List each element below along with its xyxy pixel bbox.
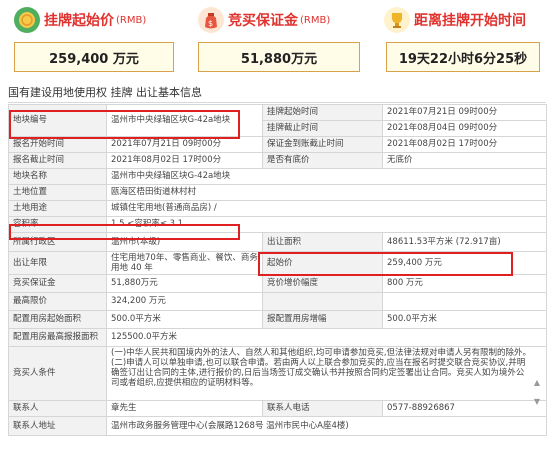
row-label: 配置用房最高报报面积 bbox=[8, 328, 107, 347]
row-label: 地块编号 bbox=[8, 104, 107, 137]
row-label: 挂牌截止时间 bbox=[262, 120, 383, 137]
countdown-card: 距离挂牌开始时间 19天22小时6分25秒 bbox=[384, 6, 544, 76]
row-value: 温州市中央绿轴区块G-42a地块 bbox=[106, 104, 263, 137]
table-row: 联系人 章先生 联系人电话 0577-88926867 bbox=[8, 400, 547, 417]
table-row: 配置用房最高报报面积 125500.0平方米 bbox=[8, 328, 547, 347]
row-value: 无底价 bbox=[382, 152, 547, 169]
row-value: 2021年07月21日 09时00分 bbox=[106, 136, 263, 153]
start-price-title: 挂牌起始价 bbox=[44, 13, 114, 29]
row-label: 土地位置 bbox=[8, 184, 107, 201]
row-value: 1.5 <容积率≤ 3.1 bbox=[106, 216, 547, 233]
row-label: 联系人 bbox=[8, 400, 107, 417]
start-price-card: 挂牌起始价 (RMB) 259,400 万元 bbox=[14, 6, 184, 76]
row-value: 温州市(本级) bbox=[106, 232, 263, 252]
row-label: 是否有底价 bbox=[262, 152, 383, 169]
row-label: 保证金到账截止时间 bbox=[262, 136, 383, 153]
row-label bbox=[262, 292, 383, 311]
row-value: 500.0平方米 bbox=[382, 310, 547, 329]
row-label: 配置用房起始面积 bbox=[8, 310, 107, 329]
row-value: 800 万元 bbox=[382, 274, 547, 293]
svg-text:$: $ bbox=[208, 19, 213, 28]
table-row: 所属行政区 温州市(本级) 出让面积 48611.53平方米 (72.917亩) bbox=[8, 232, 547, 252]
row-value: 住宅用地70年、零售商业、餐饮、商务用地 40 年 bbox=[106, 251, 263, 275]
row-value: 0577-88926867 bbox=[382, 400, 547, 417]
row-value: 温州市政务服务管理中心(会展路1268号 温州市民中心A座4楼) bbox=[106, 416, 547, 436]
row-label: 竞买保证金 bbox=[8, 274, 107, 293]
row-label: 出让年限 bbox=[8, 251, 107, 275]
table-row: 报名截止时间 2021年08月02日 17时00分 是否有底价 无底价 bbox=[8, 152, 547, 169]
countdown-title: 距离挂牌开始时间 bbox=[414, 13, 526, 29]
row-value: 51,880万元 bbox=[106, 274, 263, 293]
row-label: 最高限价 bbox=[8, 292, 107, 311]
row-label: 挂牌起始时间 bbox=[262, 104, 383, 121]
row-label: 报名开始时间 bbox=[8, 136, 107, 153]
money-bag-icon: $ bbox=[198, 7, 224, 33]
row-label: 联系人地址 bbox=[8, 416, 107, 436]
row-label: 竞价增价幅度 bbox=[262, 274, 383, 293]
deposit-unit: (RMB) bbox=[300, 14, 331, 26]
row-label: 所属行政区 bbox=[8, 232, 107, 252]
table-row: 竞买保证金 51,880万元 竞价增价幅度 800 万元 bbox=[8, 274, 547, 293]
row-label: 报名截止时间 bbox=[8, 152, 107, 169]
row-value: 2021年08月02日 17时00分 bbox=[106, 152, 263, 169]
table-row: 地块名称 温州市中央绿轴区块G-42a地块 bbox=[8, 168, 547, 185]
coin-icon bbox=[14, 7, 40, 33]
table-row: 最高限价 324,200 万元 bbox=[8, 292, 547, 311]
row-value bbox=[382, 292, 547, 311]
trophy-icon bbox=[384, 7, 410, 33]
row-label: 地块名称 bbox=[8, 168, 107, 185]
row-value: 259,400 万元 bbox=[382, 251, 547, 275]
table-row: 配置用房起始面积 500.0平方米 报配置用房增幅 500.0平方米 bbox=[8, 310, 547, 329]
section-title: 国有建设用地使用权 挂牌 出让基本信息 bbox=[8, 84, 546, 103]
row-value: 2021年08月02日 17时00分 bbox=[382, 136, 547, 153]
row-value: 温州市中央绿轴区块G-42a地块 bbox=[106, 168, 547, 185]
table-row: 联系人地址 温州市政务服务管理中心(会展路1268号 温州市民中心A座4楼) bbox=[8, 416, 547, 436]
table-row: 报名开始时间 2021年07月21日 09时00分 保证金到账截止时间 2021… bbox=[8, 136, 547, 153]
row-label: 土地用途 bbox=[8, 200, 107, 217]
row-label: 报配置用房增幅 bbox=[262, 310, 383, 329]
scroll-down-icon[interactable]: ▼ bbox=[533, 397, 541, 406]
table-row: 容积率 1.5 <容积率≤ 3.1 bbox=[8, 216, 547, 233]
row-value: 2021年08月04日 09时00分 bbox=[382, 120, 547, 137]
deposit-title: 竞买保证金 bbox=[228, 13, 298, 29]
table-row: 土地位置 瓯海区梧田街道林村村 bbox=[8, 184, 547, 201]
row-value: 500.0平方米 bbox=[106, 310, 263, 329]
row-label: 联系人电话 bbox=[262, 400, 383, 417]
scroll-up-icon[interactable]: ▲ bbox=[533, 378, 541, 387]
row-value: 324,200 万元 bbox=[106, 292, 263, 311]
row-label: 容积率 bbox=[8, 216, 107, 233]
row-value: 瓯海区梧田街道林村村 bbox=[106, 184, 547, 201]
start-price-value: 259,400 万元 bbox=[14, 42, 174, 72]
row-value: 48611.53平方米 (72.917亩) bbox=[382, 232, 547, 252]
price-summary-bar: 挂牌起始价 (RMB) 259,400 万元 $ 竞买保证金 (RMB) 51,… bbox=[0, 0, 554, 78]
deposit-card: $ 竞买保证金 (RMB) 51,880万元 bbox=[198, 6, 368, 76]
table-row: 出让年限 住宅用地70年、零售商业、餐饮、商务用地 40 年 起始价 259,4… bbox=[8, 251, 547, 275]
row-label: 竞买人条件 bbox=[8, 346, 107, 401]
countdown-value: 19天22小时6分25秒 bbox=[386, 42, 540, 72]
row-value: 章先生 bbox=[106, 400, 263, 417]
row-label: 出让面积 bbox=[262, 232, 383, 252]
land-info-table: 地块编号 温州市中央绿轴区块G-42a地块 挂牌起始时间 2021年07月21日… bbox=[8, 104, 547, 436]
row-value: 125500.0平方米 bbox=[106, 328, 547, 347]
bidder-conditions-text: (一)中华人民共和国境内外的法人、自然人和其他组织,均可申请参加竞买,但法律法规… bbox=[106, 346, 547, 401]
row-value: 城镇住宅用地(普通商品房) / bbox=[106, 200, 547, 217]
table-row: 地块编号 温州市中央绿轴区块G-42a地块 挂牌起始时间 2021年07月21日… bbox=[8, 104, 547, 137]
table-row: 竞买人条件 (一)中华人民共和国境内外的法人、自然人和其他组织,均可申请参加竞买… bbox=[8, 346, 547, 401]
start-price-unit: (RMB) bbox=[116, 14, 147, 26]
row-value: 2021年07月21日 09时00分 bbox=[382, 104, 547, 121]
row-label: 起始价 bbox=[262, 251, 383, 275]
deposit-value: 51,880万元 bbox=[198, 42, 360, 72]
table-row: 土地用途 城镇住宅用地(普通商品房) / bbox=[8, 200, 547, 217]
